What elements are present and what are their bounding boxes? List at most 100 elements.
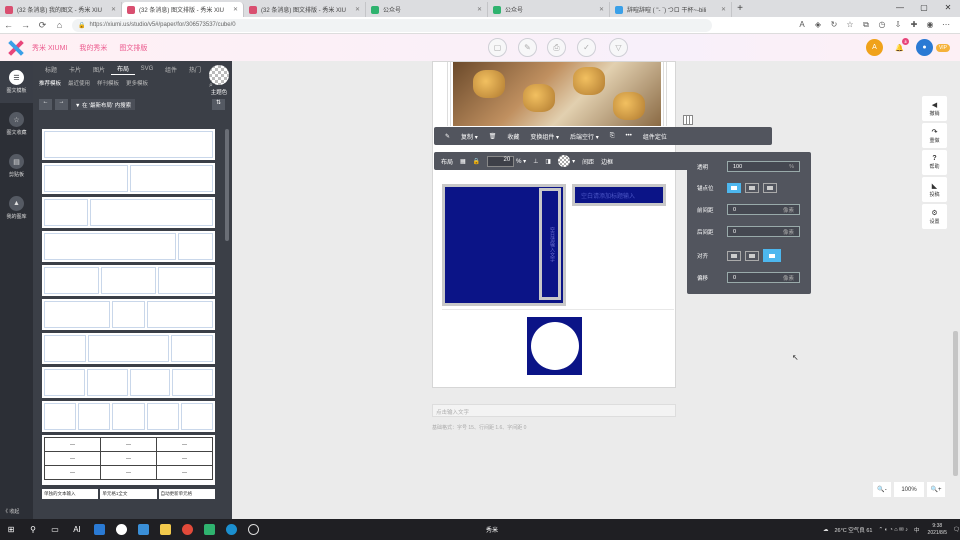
title-box[interactable]: 空白请添加标题输入 <box>572 184 666 206</box>
back-button[interactable]: ← <box>0 20 17 30</box>
transform-button[interactable]: 变换组件 ▾ <box>530 132 559 141</box>
align-center-icon[interactable] <box>745 250 759 261</box>
right-action-button[interactable]: ? 帮助 <box>922 150 947 175</box>
prev-page-button[interactable]: ← <box>39 99 52 110</box>
copy-button[interactable]: 复制 ▾ <box>461 132 478 141</box>
wechat-icon[interactable] <box>198 519 220 540</box>
publish-icon[interactable]: ▽ <box>609 38 628 57</box>
search-icon[interactable]: ⚲ <box>22 519 44 540</box>
clock[interactable]: 9:38 2021/8/5 <box>928 523 947 537</box>
app-icon[interactable] <box>132 519 154 540</box>
panel-subtab[interactable]: 最近使用 <box>68 79 90 87</box>
vertical-text-box[interactable]: 空日请输入文字 <box>539 188 561 300</box>
notification-icon[interactable]: 🗨 <box>953 527 960 533</box>
forward-button[interactable]: → <box>17 20 34 30</box>
leftnav-item[interactable]: ▤ 剪贴板 <box>0 145 33 187</box>
close-tab-icon[interactable]: ✕ <box>233 6 238 13</box>
print-icon[interactable]: ⎙ <box>547 38 566 57</box>
profile-icon[interactable]: ◉ <box>922 20 938 30</box>
leftnav-item[interactable]: ▲ 我的图库 <box>0 187 33 229</box>
chevron-down-icon[interactable]: ▾ <box>572 158 575 165</box>
start-icon[interactable]: ⊞ <box>0 519 22 540</box>
vip-badge[interactable]: VIP <box>935 43 950 52</box>
reload-button[interactable]: ⟳ <box>34 20 51 31</box>
template-item[interactable] <box>42 401 215 432</box>
template-item[interactable] <box>42 333 215 364</box>
browser-tab[interactable]: 辞暄辞暄 ( "- `) つロ 干杯~-bili ✕ <box>610 2 732 17</box>
panel-tab[interactable]: 卡片 <box>63 65 87 74</box>
browser-tab[interactable]: 公众号 ✕ <box>488 2 610 17</box>
grid-overlay-icon[interactable] <box>683 115 693 125</box>
layout-link[interactable]: 图文排版 <box>119 43 147 53</box>
panel-scrollbar[interactable] <box>225 129 229 241</box>
maximize-button[interactable]: ▢ <box>912 0 936 14</box>
close-tab-icon[interactable]: ✕ <box>355 6 360 13</box>
close-tab-icon[interactable]: ✕ <box>721 6 726 13</box>
right-action-button[interactable]: ◀ 撤销 <box>922 96 947 121</box>
extension-icon[interactable]: ◈ <box>810 20 826 30</box>
close-tab-icon[interactable]: ✕ <box>477 6 482 13</box>
circle-frame-box[interactable] <box>527 317 582 375</box>
leftnav-item[interactable]: ☰ 图文模板 <box>0 61 33 103</box>
taskbar-app-label[interactable]: 秀米 <box>486 525 498 534</box>
zoom-in-button[interactable]: 🔍+ <box>927 482 945 497</box>
xiumi-logo[interactable] <box>6 39 26 57</box>
template-item[interactable] <box>42 197 215 228</box>
anchor-left-icon[interactable] <box>745 183 759 193</box>
panel-tab[interactable]: 布局 <box>111 64 135 75</box>
save-check-icon[interactable]: ✓ <box>577 38 596 57</box>
ime-indicator[interactable]: 中 <box>914 526 920 534</box>
panel-subtab[interactable]: 样刊模板 <box>97 79 119 87</box>
margin-input[interactable]: 20 <box>487 155 515 167</box>
layout-label[interactable]: 布局 <box>441 157 453 166</box>
align-right-icon[interactable] <box>763 249 781 262</box>
open-file-icon[interactable]: ▢ <box>488 38 507 57</box>
home-button[interactable]: ⌂ <box>51 20 68 30</box>
opacity-input[interactable]: 100% <box>727 161 800 172</box>
margin-bottom-input[interactable]: 0 像素 <box>727 226 800 237</box>
download-icon[interactable]: ⇩ <box>890 20 906 30</box>
unit-select[interactable]: % ▾ <box>516 158 526 165</box>
edge-icon[interactable] <box>220 519 242 540</box>
template-item[interactable] <box>42 163 215 194</box>
caption-input[interactable]: 点击输入文字 <box>432 404 676 417</box>
bell-icon[interactable]: 🔔 3 <box>891 38 909 56</box>
collections-icon[interactable]: ⧉ <box>858 20 874 30</box>
filter-search-input[interactable]: ▼ 在 '最新布局' 内搜索 <box>71 99 136 110</box>
edit-icon[interactable]: ✎ <box>518 38 537 57</box>
browser-tab[interactable]: 公众号 ✕ <box>366 2 488 17</box>
ai-icon[interactable]: AI <box>66 519 88 540</box>
panel-tab[interactable]: 组件 <box>159 65 183 74</box>
clock-app-icon[interactable] <box>242 519 264 540</box>
spacing-button[interactable]: 间距 <box>582 157 594 166</box>
copy-style-icon[interactable]: ⎘ <box>610 133 615 140</box>
close-tab-icon[interactable]: ✕ <box>111 6 116 13</box>
align-bottom-icon[interactable]: ⊥ <box>533 158 538 165</box>
avatar[interactable]: A <box>865 39 883 56</box>
margin-top-input[interactable]: 0 像素 <box>727 204 800 215</box>
panel-tab[interactable]: 标题 <box>39 65 63 74</box>
anchor-right-icon[interactable] <box>763 183 777 193</box>
extensions-icon[interactable]: ✚ <box>906 20 922 30</box>
favorites-icon[interactable]: ☆ <box>842 20 858 30</box>
trailing-blank-button[interactable]: 后端空行 ▾ <box>570 132 599 141</box>
leftnav-item[interactable]: ☆ 图文收藏 <box>0 103 33 145</box>
template-item-partial[interactable]: 单独的文本输入 单元格1全文 自动更新单元格 <box>42 489 215 499</box>
app-icon[interactable] <box>88 519 110 540</box>
template-item[interactable] <box>42 299 215 330</box>
browser-tab[interactable]: (32 条消息) 我的图文 - 秀米 XIU ✕ <box>0 2 122 17</box>
minimize-button[interactable]: — <box>888 0 912 14</box>
border-button[interactable]: 边框 <box>601 157 613 166</box>
app-icon[interactable] <box>110 519 132 540</box>
new-tab-button[interactable]: + <box>732 3 748 14</box>
anchor-full-icon[interactable] <box>727 183 741 193</box>
brand-name[interactable]: 秀米 XIUMI <box>32 43 67 53</box>
my-xiumi-link[interactable]: 我的秀米 <box>79 43 107 53</box>
canvas-scrollbar[interactable] <box>953 331 958 476</box>
read-aloud-icon[interactable]: A <box>794 20 810 30</box>
template-item[interactable] <box>42 129 215 160</box>
table-template-item[interactable]: — — — — — — — — — <box>42 435 215 485</box>
panel-subtab[interactable]: 推荐模板 <box>39 79 61 87</box>
weather-text[interactable]: 26°C 空气良 61 <box>834 526 872 534</box>
locate-button[interactable]: 组件定位 <box>643 132 667 141</box>
